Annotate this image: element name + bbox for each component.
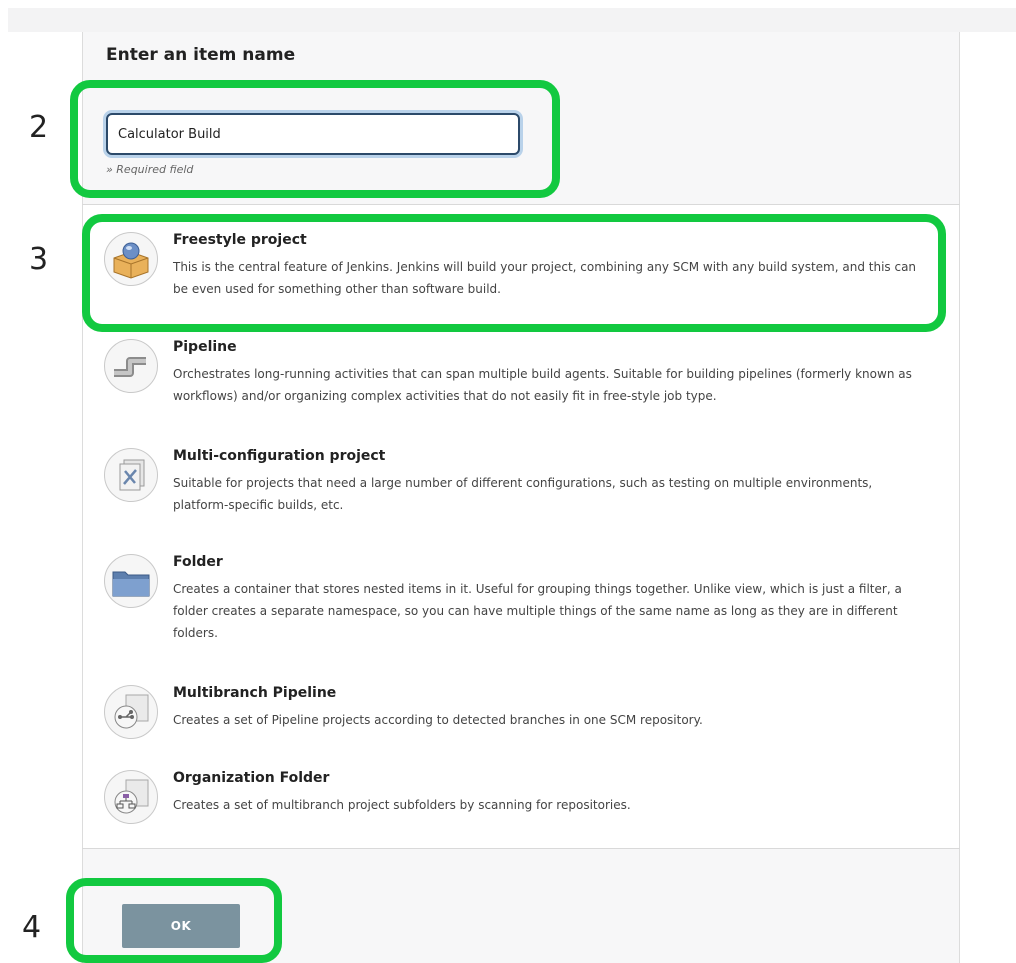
- item-type-description: Creates a container that stores nested i…: [173, 582, 902, 640]
- required-field-hint: » Required field: [106, 163, 194, 176]
- item-type-title: Multi-configuration project: [173, 448, 386, 464]
- item-type-description: Creates a set of Pipeline projects accor…: [173, 713, 703, 727]
- divider-bottom: [82, 848, 960, 849]
- item-type-title: Folder: [173, 554, 223, 570]
- step-number-3: 3: [29, 242, 49, 277]
- step-number-4: 4: [22, 910, 42, 945]
- pipe-icon: [104, 339, 158, 393]
- item-type-multibranch-pipeline[interactable]: Multibranch Pipeline Creates a set of Pi…: [104, 685, 924, 745]
- item-type-description: This is the central feature of Jenkins. …: [173, 260, 917, 296]
- item-type-description: Creates a set of multibranch project sub…: [173, 798, 631, 812]
- item-type-folder[interactable]: Folder Creates a container that stores n…: [104, 554, 924, 654]
- branch-icon: [104, 685, 158, 739]
- item-type-pipeline[interactable]: Pipeline Orchestrates long-running activ…: [104, 339, 924, 419]
- ok-button[interactable]: OK: [122, 904, 240, 948]
- item-type-description: Orchestrates long-running activities tha…: [173, 367, 912, 403]
- top-strip: [8, 8, 1016, 32]
- org-folder-icon: [104, 770, 158, 824]
- item-name-heading: Enter an item name: [106, 45, 296, 65]
- multi-config-icon: [104, 448, 158, 502]
- item-type-title: Freestyle project: [173, 232, 307, 248]
- item-type-title: Organization Folder: [173, 770, 330, 786]
- item-name-input[interactable]: [106, 113, 520, 155]
- folder-icon: [104, 554, 158, 608]
- item-type-title: Multibranch Pipeline: [173, 685, 337, 701]
- item-type-title: Pipeline: [173, 339, 237, 355]
- item-type-multi-configuration[interactable]: Multi-configuration project Suitable for…: [104, 448, 924, 528]
- freestyle-box-icon: [104, 232, 158, 286]
- item-type-description: Suitable for projects that need a large …: [173, 476, 873, 512]
- item-type-freestyle[interactable]: Freestyle project This is the central fe…: [104, 232, 924, 312]
- item-type-organization-folder[interactable]: Organization Folder Creates a set of mul…: [104, 770, 924, 830]
- step-number-2: 2: [29, 110, 49, 145]
